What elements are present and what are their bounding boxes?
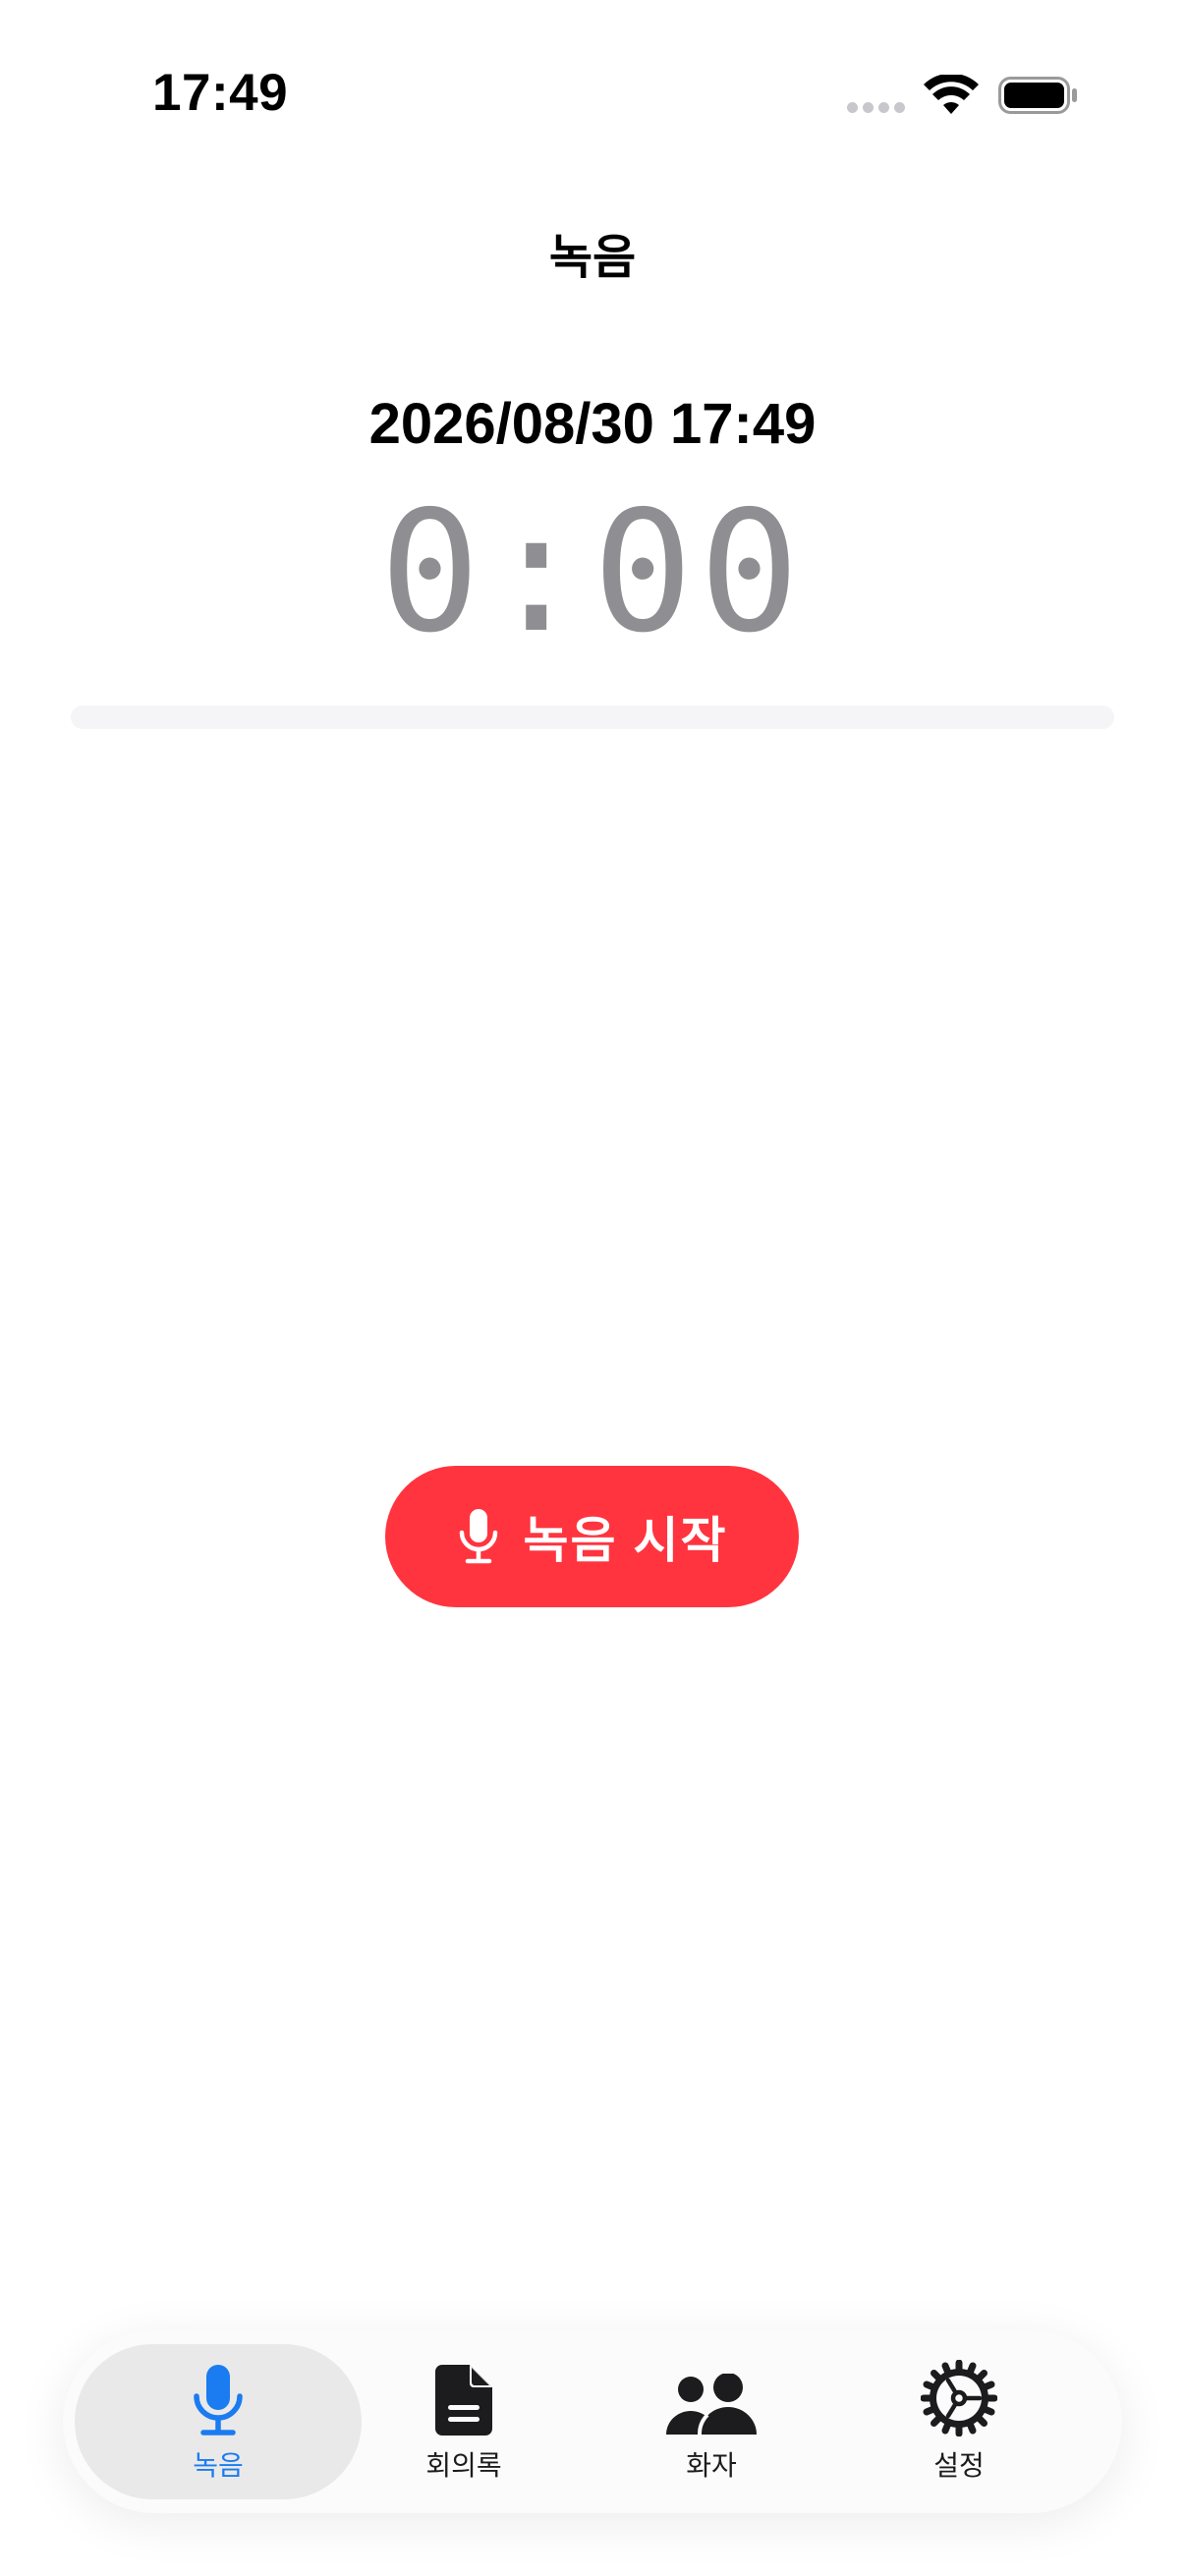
tab-speakers-label: 화자 xyxy=(686,2450,737,2481)
tab-bar: 녹음 회의록 화자 설정 xyxy=(63,2330,1122,2513)
tab-minutes[interactable]: 회의록 xyxy=(320,2344,607,2499)
mic-icon xyxy=(459,1509,497,1564)
battery-icon xyxy=(998,77,1077,114)
tab-settings-label: 설정 xyxy=(933,2450,985,2481)
cellular-signal-icon xyxy=(847,102,905,113)
audio-level-meter xyxy=(71,705,1114,729)
document-icon xyxy=(435,2365,492,2436)
page-title: 녹음 xyxy=(548,232,637,284)
tab-settings[interactable]: 설정 xyxy=(816,2344,1102,2499)
recording-screen: 17:49 녹음 2026/08/30 17:49 0:00 녹음 시작 녹음 … xyxy=(0,0,1185,2576)
elapsed-timer: 0:00 xyxy=(379,476,806,670)
start-recording-label: 녹음 시작 xyxy=(523,1513,728,1568)
tab-minutes-label: 회의록 xyxy=(425,2450,502,2481)
start-recording-button[interactable]: 녹음 시작 xyxy=(385,1466,799,1607)
status-time: 17:49 xyxy=(152,64,289,122)
gear-icon xyxy=(921,2360,997,2436)
people-icon xyxy=(666,2374,757,2436)
tab-recording[interactable]: 녹음 xyxy=(75,2344,362,2499)
recording-datetime: 2026/08/30 17:49 xyxy=(368,392,817,456)
wifi-icon xyxy=(924,75,979,114)
tab-recording-label: 녹음 xyxy=(193,2450,244,2481)
tab-speakers[interactable]: 화자 xyxy=(568,2344,855,2499)
mic-icon xyxy=(194,2365,243,2436)
